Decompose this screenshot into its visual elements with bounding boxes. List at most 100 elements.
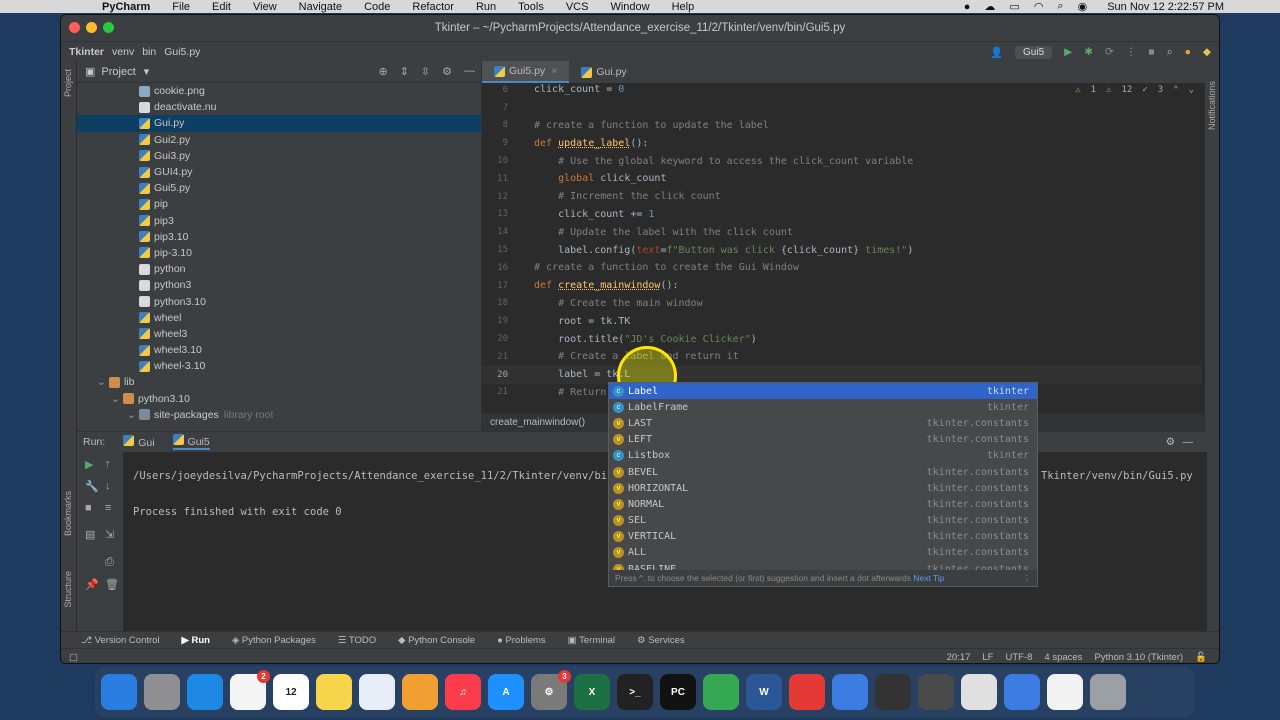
line-number[interactable]: 13 — [482, 209, 518, 219]
tool-todo[interactable]: ☰ TODO — [338, 635, 376, 646]
line-number[interactable]: 20 — [482, 370, 518, 380]
dock-trash-icon[interactable] — [1090, 674, 1126, 710]
tree-item[interactable]: wheel-3.10 — [77, 358, 481, 374]
hide-icon[interactable]: — — [1183, 436, 1194, 448]
code-text[interactable]: # create a function to update the label — [534, 120, 769, 131]
code-text[interactable]: # Increment the click count — [534, 191, 721, 202]
tool-problems[interactable]: ● Problems — [497, 635, 546, 646]
cursor-position[interactable]: 20:17 — [947, 652, 971, 663]
code-completion-popup[interactable]: c Label tkinter c LabelFrame tkinter v LAST tkin… — [608, 382, 1038, 587]
structure-tool-tab[interactable]: Structure — [63, 571, 73, 608]
python-interpreter[interactable]: Python 3.10 (Tkinter) — [1094, 652, 1183, 663]
code-line[interactable]: 9 def update_label(): — [482, 134, 1202, 152]
updates-icon[interactable]: ● — [1185, 46, 1191, 58]
tree-item[interactable]: Gui2.py — [77, 132, 481, 148]
dock-terminal-icon[interactable]: >_ — [617, 674, 653, 710]
cloud-icon[interactable]: ☁ — [984, 0, 995, 13]
search-icon[interactable]: ⌕ — [1057, 0, 1063, 13]
stop-icon[interactable]: ■ — [1148, 46, 1154, 58]
bookmarks-tool-tab[interactable]: Bookmarks — [63, 491, 73, 536]
completion-item[interactable]: v LAST tkinter.constants — [609, 415, 1037, 431]
dock-excel-icon[interactable]: X — [574, 674, 610, 710]
wifi-icon[interactable]: ◠ — [1034, 0, 1044, 13]
code-line[interactable]: 15 label.config(text=f"Button was click … — [482, 241, 1202, 259]
menu-view[interactable]: View — [253, 1, 277, 13]
code-text[interactable]: # create a function to create the Gui Wi… — [534, 262, 799, 273]
user-icon[interactable]: 👤 — [990, 46, 1003, 59]
tool-python-console[interactable]: ◆ Python Console — [398, 635, 475, 646]
tree-item[interactable]: ⌄ site-packages library root — [77, 407, 481, 423]
dock-music-icon[interactable]: ♫ — [445, 674, 481, 710]
code-line[interactable]: 10 # Use the global keyword to access th… — [482, 152, 1202, 170]
tree-item[interactable]: ⌄ python3.10 — [77, 391, 481, 407]
line-number[interactable]: 17 — [482, 281, 518, 291]
collapse-all-icon[interactable]: ⇳ — [421, 65, 430, 78]
breadcrumb-project[interactable]: Tkinter — [69, 46, 104, 58]
menu-code[interactable]: Code — [364, 1, 390, 13]
tree-item[interactable]: python3.10 — [77, 293, 481, 309]
pin-icon[interactable]: 📌 — [85, 578, 99, 591]
code-text[interactable]: click_count = 0 — [534, 84, 624, 95]
more-icon[interactable]: ⋮ — [1023, 570, 1032, 586]
completion-item[interactable]: v BEVEL tkinter.constants — [609, 464, 1037, 480]
dock-finder-icon[interactable] — [101, 674, 137, 710]
tree-item[interactable]: wheel — [77, 310, 481, 326]
menu-app-name[interactable]: PyCharm — [102, 1, 150, 13]
run-icon[interactable]: ▶ — [1064, 46, 1072, 58]
line-separator[interactable]: LF — [982, 652, 993, 663]
code-text[interactable]: label = tk.L — [534, 369, 630, 380]
tree-item[interactable]: wheel3.10 — [77, 342, 481, 358]
completion-item[interactable]: c Label tkinter — [609, 383, 1037, 400]
code-line[interactable]: 17 def create_mainwindow(): — [482, 277, 1202, 295]
dock-window-3-icon[interactable] — [961, 674, 997, 710]
code-text[interactable]: # Use the global keyword to access the c… — [534, 156, 913, 167]
code-text[interactable]: def update_label(): — [534, 138, 648, 149]
print-icon[interactable]: ⎙ — [105, 556, 114, 569]
dock-freeform-icon[interactable] — [359, 674, 395, 710]
completion-item[interactable]: v HORIZONTAL tkinter.constants — [609, 480, 1037, 496]
dock-screencast-icon[interactable] — [789, 674, 825, 710]
trash-icon[interactable]: 🗑 — [105, 578, 119, 591]
project-tool-tab[interactable]: Project — [63, 69, 73, 97]
code-text[interactable]: # Return — [534, 387, 606, 398]
dock-assistant-icon[interactable] — [832, 674, 868, 710]
line-number[interactable]: 21 — [482, 387, 518, 397]
dock-word-icon[interactable]: W — [746, 674, 782, 710]
close-window-button[interactable] — [69, 22, 80, 33]
project-view-select[interactable]: Project — [101, 66, 135, 78]
function-breadcrumb[interactable]: create_mainwindow() — [490, 417, 585, 428]
tree-item[interactable]: pip3.10 — [77, 229, 481, 245]
line-number[interactable]: 18 — [482, 298, 518, 308]
tree-item[interactable]: wheel3 — [77, 326, 481, 342]
dock-chrome-icon[interactable] — [703, 674, 739, 710]
code-area[interactable]: ⚠ 1 ⚠ 12 ✓ 3 ⌃ ⌄ 6 click_count = 0 7 8 # cre… — [482, 83, 1219, 413]
breadcrumb-venv[interactable]: venv — [112, 46, 134, 58]
tab-gui[interactable]: Gui.py — [569, 61, 638, 83]
tree-item[interactable]: pip3 — [77, 213, 481, 229]
tool-services[interactable]: ⚙ Services — [637, 635, 685, 646]
chevron-down-icon[interactable]: ⌄ — [127, 409, 139, 421]
completion-item[interactable]: v VERTICAL tkinter.constants — [609, 529, 1037, 545]
menu-file[interactable]: File — [172, 1, 190, 13]
code-line[interactable]: 14 # Update the label with the click cou… — [482, 223, 1202, 241]
tool-terminal[interactable]: ▣ Terminal — [568, 635, 615, 646]
line-number[interactable]: 9 — [482, 138, 518, 148]
breadcrumb-bin[interactable]: bin — [142, 46, 156, 58]
notifications-tool-tab[interactable]: Notifications — [1207, 81, 1217, 130]
menu-window[interactable]: Window — [610, 1, 649, 13]
run-configuration-select[interactable]: Gui5 — [1015, 45, 1053, 59]
line-number[interactable]: 19 — [482, 316, 518, 326]
dock-window-2-icon[interactable] — [918, 674, 954, 710]
code-text[interactable]: # Create the main window — [534, 298, 703, 309]
completion-item[interactable]: v ALL tkinter.constants — [609, 545, 1037, 561]
completion-item[interactable]: v LEFT tkinter.constants — [609, 432, 1037, 448]
line-number[interactable]: 11 — [482, 174, 518, 184]
dock-launchpad-icon[interactable] — [144, 674, 180, 710]
tool-version-control[interactable]: ⎇ Version Control — [81, 635, 160, 646]
code-line[interactable]: 13 click_count += 1 — [482, 206, 1202, 224]
dock-assistant-2-icon[interactable] — [1004, 674, 1040, 710]
wrench-icon[interactable]: 🔧 — [85, 480, 99, 493]
line-number[interactable]: 8 — [482, 120, 518, 130]
menu-navigate[interactable]: Navigate — [299, 1, 342, 13]
dock-notes-icon[interactable] — [316, 674, 352, 710]
